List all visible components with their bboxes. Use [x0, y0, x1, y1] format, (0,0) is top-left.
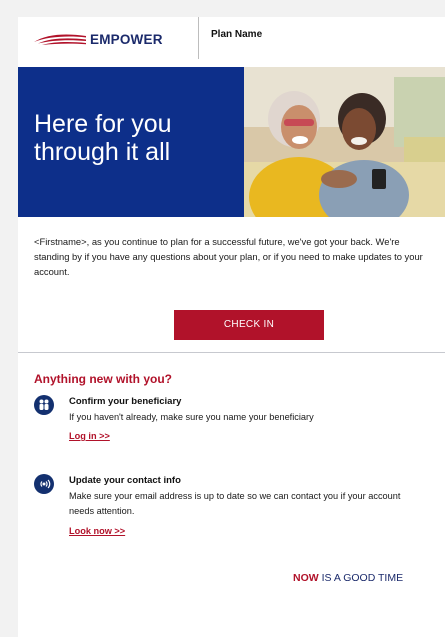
log-in-link[interactable]: Log in >>	[69, 431, 110, 441]
check-in-button[interactable]: CHECK IN	[174, 310, 324, 340]
plan-name: Plan Name	[211, 29, 263, 40]
empower-logo-mark-icon	[34, 34, 86, 45]
list-item-beneficiary: Confirm your beneficiary If you haven't …	[34, 395, 434, 455]
email-card: EMPOWER Plan Name Here for you through i…	[18, 17, 445, 637]
email-header: EMPOWER Plan Name	[18, 17, 445, 67]
section-divider	[18, 352, 445, 353]
two-women-laughing-photo	[244, 67, 445, 217]
broadcast-icon	[34, 474, 54, 494]
contact-info-description: Make sure your email address is up to da…	[69, 491, 401, 516]
contact-info-title: Update your contact info	[69, 475, 181, 486]
header-divider	[198, 17, 199, 59]
tagline-now: NOW	[293, 572, 319, 584]
beneficiary-description: If you haven't already, make sure you na…	[69, 412, 314, 422]
brand-name: EMPOWER	[90, 31, 163, 47]
tagline-rest: IS A GOOD TIME	[321, 572, 404, 584]
section-title: Anything new with you?	[34, 372, 172, 386]
hero-text-panel: Here for you through it all	[18, 67, 244, 217]
intro-paragraph: <Firstname>, as you continue to plan for…	[34, 236, 423, 277]
people-icon	[34, 395, 54, 415]
beneficiary-title: Confirm your beneficiary	[69, 396, 182, 407]
hero-title-line-1: Here for you	[34, 110, 172, 138]
hero-title-line-2: through it all	[34, 138, 171, 166]
hero-banner: Here for you through it all	[18, 67, 445, 217]
look-now-link[interactable]: Look now >>	[69, 526, 125, 536]
hero-photo	[244, 67, 445, 217]
tagline: NOW IS A GOOD TIME	[293, 572, 403, 584]
empower-logo[interactable]: EMPOWER	[32, 31, 163, 47]
hero-title: Here for you through it all	[34, 110, 234, 166]
list-item-contact-info: Update your contact info Make sure your …	[34, 474, 434, 554]
